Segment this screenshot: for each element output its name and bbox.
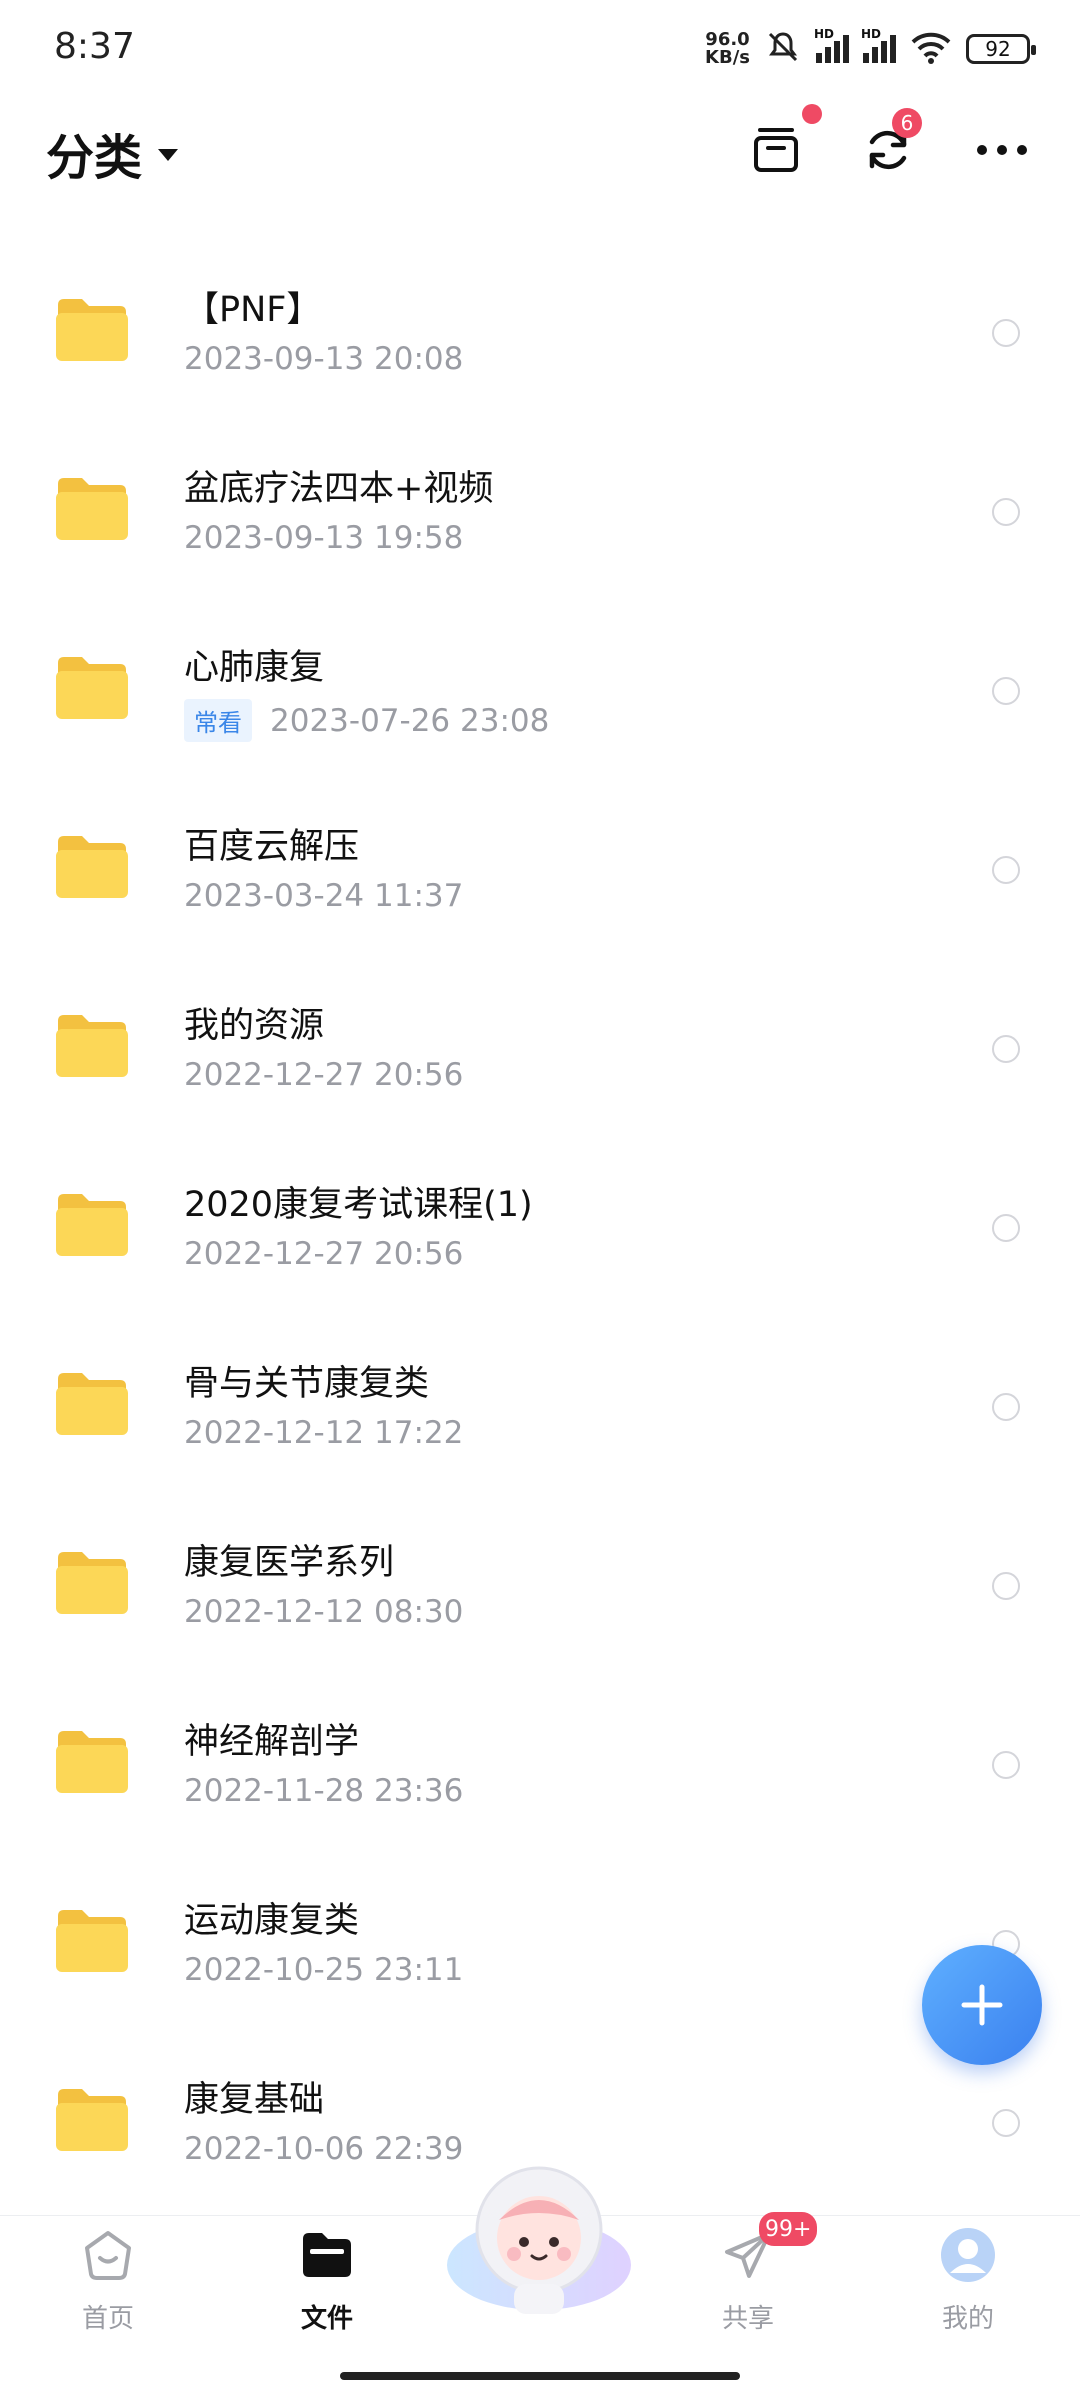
folder-name: 盆底疗法四本+视频: [184, 469, 494, 509]
list-item[interactable]: 百度云解压 2023-03-24 11:37: [0, 782, 1080, 961]
sync-badge: 6: [892, 108, 922, 138]
folder-name: 我的资源: [184, 1006, 325, 1046]
select-radio[interactable]: [992, 1214, 1020, 1242]
paper-plane-icon: 99+: [719, 2212, 818, 2284]
archive-button[interactable]: [746, 104, 822, 180]
net-speed-unit: KB/s: [705, 47, 750, 68]
folder-date: 2022-11-28 23:36: [184, 1773, 464, 1809]
file-list: 【PNF】 2023-09-13 20:08 盆底疗法四本+视频 2023-09…: [0, 245, 1080, 2214]
mascot-icon: [447, 2166, 631, 2314]
mascot-button[interactable]: [444, 2160, 634, 2320]
list-item[interactable]: 我的资源 2022-12-27 20:56: [0, 961, 1080, 1140]
folder-icon: [56, 1552, 128, 1614]
folder-icon: [56, 299, 128, 361]
status-bar: 8:37 96.0 KB/s HD HD 92: [0, 0, 1080, 96]
folder-filled-icon: [298, 2226, 356, 2284]
folder-name: 百度云解压: [184, 827, 360, 867]
nav-home[interactable]: 首页: [38, 2226, 178, 2335]
nav-files[interactable]: 文件: [257, 2226, 397, 2335]
folder-name: 心肺康复: [184, 648, 325, 688]
folder-name: 康复基础: [184, 2080, 325, 2120]
folder-icon: [56, 1731, 128, 1793]
select-radio[interactable]: [992, 677, 1020, 705]
home-indicator: [340, 2372, 740, 2380]
home-icon: [79, 2226, 137, 2284]
archive-icon: [754, 128, 798, 172]
net-speed: 96.0 KB/s: [705, 31, 750, 67]
more-icon: [977, 145, 1027, 155]
status-time: 8:37: [54, 26, 135, 67]
list-item[interactable]: 2020康复考试课程(1) 2022-12-27 20:56: [0, 1140, 1080, 1319]
nav-share-label: 共享: [721, 2304, 774, 2334]
category-dropdown[interactable]: 分类: [46, 118, 179, 188]
sync-button[interactable]: 6: [858, 108, 922, 180]
folder-icon: [56, 1015, 128, 1077]
status-icons: 96.0 KB/s HD HD 92: [705, 26, 1036, 72]
folder-icon: [56, 836, 128, 898]
folder-date: 2022-12-12 08:30: [184, 1594, 464, 1630]
select-radio[interactable]: [992, 1572, 1020, 1600]
nav-files-label: 文件: [300, 2304, 353, 2334]
select-radio[interactable]: [992, 1393, 1020, 1421]
list-item[interactable]: 骨与关节康复类 2022-12-12 17:22: [0, 1319, 1080, 1498]
folder-date: 2022-12-27 20:56: [184, 1236, 464, 1272]
select-radio[interactable]: [992, 2109, 1020, 2137]
list-item[interactable]: 心肺康复 常看 2023-07-26 23:08: [0, 603, 1080, 782]
folder-icon: [56, 478, 128, 540]
select-radio[interactable]: [992, 1035, 1020, 1063]
folder-date: 2022-12-27 20:56: [184, 1057, 464, 1093]
nav-home-label: 首页: [81, 2304, 134, 2334]
signal-icon-1: HD: [814, 27, 849, 63]
add-button[interactable]: [922, 1945, 1042, 2065]
folder-icon: [56, 1194, 128, 1256]
folder-name: 运动康复类: [184, 1901, 360, 1941]
page-title: 分类: [46, 130, 143, 186]
folder-name: 骨与关节康复类: [184, 1364, 430, 1404]
list-item[interactable]: 盆底疗法四本+视频 2023-09-13 19:58: [0, 424, 1080, 603]
wifi-icon: [910, 30, 952, 68]
folder-name: 神经解剖学: [184, 1722, 360, 1762]
nav-share[interactable]: 99+ 共享: [678, 2212, 818, 2335]
avatar-icon: [939, 2226, 997, 2284]
more-button[interactable]: [972, 120, 1032, 180]
select-radio[interactable]: [992, 319, 1020, 347]
select-radio[interactable]: [992, 498, 1020, 526]
select-radio[interactable]: [992, 1751, 1020, 1779]
folder-date: 2022-12-12 17:22: [184, 1415, 464, 1451]
frequent-tag: 常看: [184, 699, 252, 742]
mute-icon: [764, 28, 802, 70]
folder-name: 康复医学系列: [184, 1543, 395, 1583]
list-item[interactable]: 【PNF】 2023-09-13 20:08: [0, 245, 1080, 424]
folder-date: 2022-10-06 22:39: [184, 2131, 464, 2167]
folder-date: 2023-09-13 19:58: [184, 520, 464, 556]
nav-me-label: 我的: [941, 2304, 994, 2334]
folder-date: 2022-10-25 23:11: [184, 1952, 464, 1988]
caret-down-icon: [158, 149, 179, 161]
folder-icon: [56, 2089, 128, 2151]
folder-icon: [56, 1910, 128, 1972]
folder-date: 2023-09-13 20:08: [184, 341, 464, 377]
folder-name: 2020康复考试课程(1): [184, 1185, 533, 1225]
folder-icon: [56, 1373, 128, 1435]
battery-indicator: 92: [966, 34, 1036, 64]
list-item[interactable]: 康复医学系列 2022-12-12 08:30: [0, 1498, 1080, 1677]
share-badge: 99+: [759, 2212, 818, 2246]
nav-me[interactable]: 我的: [898, 2226, 1038, 2335]
select-radio[interactable]: [992, 856, 1020, 884]
folder-name: 【PNF】: [184, 290, 322, 330]
folder-date: 2023-07-26 23:08: [270, 702, 550, 739]
folder-icon: [56, 657, 128, 719]
signal-icon-2: HD: [861, 27, 896, 63]
plus-icon: [961, 1984, 1003, 2026]
folder-date: 2023-03-24 11:37: [184, 878, 464, 914]
header: 分类 6: [0, 96, 1080, 206]
notification-dot: [802, 104, 822, 124]
list-item[interactable]: 运动康复类 2022-10-25 23:11: [0, 1856, 1080, 2035]
list-item[interactable]: 神经解剖学 2022-11-28 23:36: [0, 1677, 1080, 1856]
